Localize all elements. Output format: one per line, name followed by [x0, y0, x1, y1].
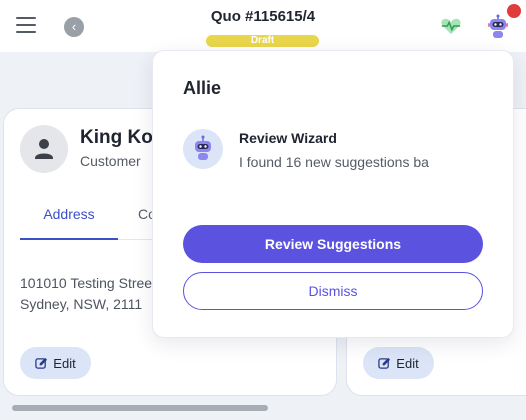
robot-icon[interactable]	[486, 14, 510, 40]
hamburger-icon[interactable]	[16, 17, 36, 35]
review-suggestions-button[interactable]: Review Suggestions	[183, 225, 483, 263]
edit-button[interactable]: Edit	[363, 347, 434, 379]
user-icon	[35, 139, 53, 159]
edit-button[interactable]: Edit	[20, 347, 91, 379]
active-tab-indicator	[20, 238, 118, 240]
dismiss-button[interactable]: Dismiss	[183, 272, 483, 310]
edit-label: Edit	[396, 355, 419, 371]
chevron-left-icon: ‹	[71, 19, 77, 34]
edit-label: Edit	[53, 355, 76, 371]
status-badge: Draft	[206, 35, 319, 47]
assistant-popover: Allie Review Wizard I found 16 new sugge…	[152, 50, 514, 338]
suggestion-text: I found 16 new suggestions ba	[239, 154, 429, 170]
page-title: Quo #115615/4	[210, 8, 316, 25]
pencil-icon	[378, 357, 391, 369]
notification-dot	[507, 4, 521, 18]
popover-title: Allie	[183, 78, 222, 98]
contact-name: King Kor	[80, 127, 161, 148]
assistant-avatar	[183, 129, 223, 169]
robot-icon	[195, 135, 211, 160]
contact-role: Customer	[80, 153, 141, 169]
top-bar: ‹ Quo #115615/4 Draft	[0, 0, 526, 52]
suggestion-title: Review Wizard	[239, 130, 337, 146]
heart-pulse-icon[interactable]	[440, 16, 462, 36]
horizontal-scrollbar[interactable]	[12, 405, 268, 411]
avatar	[20, 125, 68, 173]
tab-address[interactable]: Address	[20, 206, 118, 222]
pencil-icon	[35, 357, 48, 369]
back-button[interactable]: ‹	[64, 17, 84, 37]
address-line-1: 101010 Testing Stree	[20, 275, 153, 291]
address-line-2: Sydney, NSW, 2111	[20, 296, 143, 312]
